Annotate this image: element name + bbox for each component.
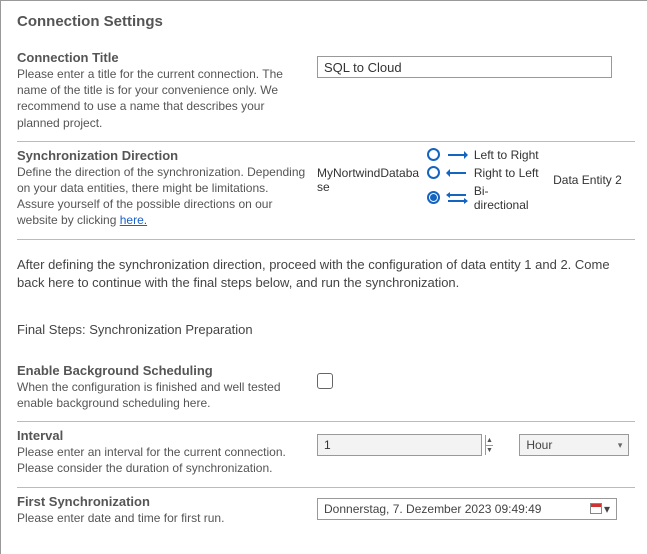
interval-unit-combo[interactable]: Hour ▾ <box>519 434 629 456</box>
interval-label: Interval <box>17 428 307 443</box>
section-sync-direction: Synchronization Direction Define the dir… <box>17 144 635 237</box>
radio-bidirectional[interactable]: Bi-directional <box>427 184 543 212</box>
first-sync-datetime-picker[interactable]: Donnerstag, 7. Dezember 2023 09:49:49 ▾ <box>317 498 617 520</box>
entity2-label: Data Entity 2 <box>545 173 635 187</box>
sync-direction-help-link[interactable]: here. <box>120 213 147 227</box>
section-interval: Interval Please enter an interval for th… <box>17 424 635 484</box>
connection-settings-panel: Connection Settings Connection Title Ple… <box>0 0 647 554</box>
sync-direction-label: Synchronization Direction <box>17 148 307 163</box>
first-sync-help: Please enter date and time for first run… <box>17 510 307 526</box>
radio-right-to-left[interactable]: Right to Left <box>427 166 543 180</box>
connection-title-help: Please enter a title for the current con… <box>17 66 307 131</box>
arrow-left-icon <box>446 168 468 178</box>
sync-direction-help: Define the direction of the synchronizat… <box>17 164 307 229</box>
bg-sched-checkbox[interactable] <box>317 373 333 389</box>
connection-title-input[interactable] <box>317 56 612 78</box>
arrows-bidirectional-icon <box>446 191 468 205</box>
first-sync-label: First Synchronization <box>17 494 307 509</box>
final-steps-header: Final Steps: Synchronization Preparation <box>17 322 635 337</box>
spinner-down-icon[interactable]: ▼ <box>486 446 493 456</box>
info-text: After defining the synchronization direc… <box>17 256 635 292</box>
entity1-label: MyNortwindDatabase <box>317 166 425 194</box>
spinner-up-icon[interactable]: ▲ <box>486 435 493 446</box>
section-background-scheduling: Enable Background Scheduling When the co… <box>17 359 635 419</box>
section-connection-title: Connection Title Please enter a title fo… <box>17 46 635 139</box>
bg-sched-help: When the configuration is finished and w… <box>17 379 307 411</box>
radio-left-to-right[interactable]: Left to Right <box>427 148 543 162</box>
arrow-right-icon <box>446 150 468 160</box>
section-first-sync: First Synchronization Please enter date … <box>17 490 635 534</box>
bg-sched-label: Enable Background Scheduling <box>17 363 307 378</box>
chevron-down-icon: ▾ <box>618 440 623 451</box>
interval-spinner[interactable]: ▲ ▼ <box>317 434 482 456</box>
chevron-down-icon: ▾ <box>604 502 610 516</box>
connection-title-label: Connection Title <box>17 50 307 65</box>
page-title: Connection Settings <box>17 13 635 30</box>
interval-value-input[interactable] <box>318 435 485 455</box>
interval-help: Please enter an interval for the current… <box>17 444 307 476</box>
